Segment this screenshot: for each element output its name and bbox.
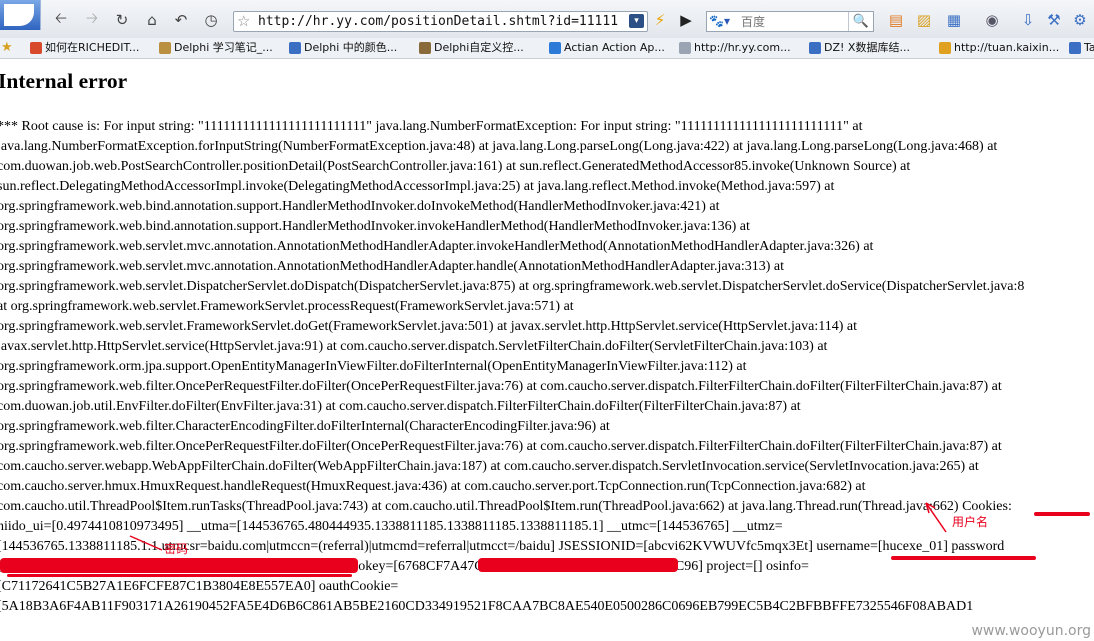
search-engine-icon[interactable]: 🐾▾ — [709, 12, 739, 31]
bookmark-item[interactable]: http://hr.yy.com... — [679, 40, 791, 56]
search-icon[interactable]: 🔍 — [848, 12, 873, 31]
forward-icon[interactable]: 🡢 — [82, 9, 102, 30]
undo-icon[interactable]: ↶ — [171, 10, 191, 30]
windows-icon[interactable]: ▦ — [944, 10, 964, 30]
page-icon — [159, 42, 171, 54]
bookmark-item[interactable]: Ta — [1069, 40, 1094, 56]
home-icon[interactable]: ⌂ — [142, 10, 162, 30]
page-icon — [549, 42, 561, 54]
bookmarks-bar: ★ 如何在RICHEDIT... Delphi 学习笔记_... Delphi … — [0, 38, 1094, 59]
page-icon — [809, 42, 821, 54]
lightning-icon[interactable]: ⚡ — [650, 10, 670, 30]
history-clock-icon[interactable]: ◷ — [201, 10, 221, 30]
bookmark-item[interactable]: 如何在RICHEDIT... — [30, 40, 139, 56]
bookmark-item[interactable]: Delphi自定义控... — [419, 40, 524, 56]
address-bar[interactable]: ☆ http://hr.yy.com/positionDetail.shtml?… — [233, 11, 648, 32]
page-icon — [30, 42, 42, 54]
bookmark-item[interactable]: http://tuan.kaixin... — [939, 40, 1059, 56]
page-icon — [289, 42, 301, 54]
password-annotation: 密码 — [164, 542, 189, 556]
browser-toolbar: 🡠 🡢 ↻ ⌂ ↶ ◷ ☆ http://hr.yy.com/positionD… — [0, 0, 1094, 39]
username-arrow — [925, 502, 947, 533]
address-url[interactable]: http://hr.yy.com/positionDetail.shtml?id… — [258, 12, 619, 31]
reload-icon[interactable]: ↻ — [112, 10, 132, 30]
username-annotation: 用户名 — [952, 515, 989, 529]
bookmark-item[interactable]: Delphi 中的颜色... — [289, 40, 397, 56]
screenshot-icon[interactable]: ◉ — [982, 10, 1002, 30]
page-content: Internal error *** Root cause is: For in… — [0, 62, 1094, 641]
settings-icon[interactable]: ⚙ — [1070, 10, 1090, 30]
bookmark-star-icon[interactable]: ☆ — [237, 12, 250, 31]
security-shield-icon[interactable]: ▾ — [629, 14, 644, 28]
bookmark-item[interactable]: Delphi 学习笔记_... — [159, 40, 273, 56]
page-icon — [679, 42, 691, 54]
download-icon[interactable]: ⇩ — [1018, 10, 1038, 30]
notes-icon[interactable]: ▨ — [914, 10, 934, 30]
rss-icon[interactable]: ▤ — [886, 10, 906, 30]
search-input[interactable] — [741, 13, 849, 30]
favorites-star-icon[interactable]: ★ — [1, 40, 13, 56]
watermark: www.wooyun.org — [971, 623, 1091, 639]
search-box[interactable]: 🐾▾ 🔍 — [706, 11, 874, 32]
bookmark-item[interactable]: Actian Action Ap... — [549, 40, 665, 56]
page-icon — [419, 42, 431, 54]
page-icon — [1069, 42, 1081, 54]
bookmark-item[interactable]: DZ! X数据库结... — [809, 40, 910, 56]
browser-logo-icon[interactable] — [0, 0, 41, 30]
page-icon — [939, 42, 951, 54]
password-arrow — [129, 535, 163, 551]
go-arrow-icon[interactable]: ▶ — [676, 10, 696, 30]
back-icon[interactable]: 🡠 — [51, 9, 71, 30]
tools-icon[interactable]: ⚒ — [1044, 10, 1064, 30]
